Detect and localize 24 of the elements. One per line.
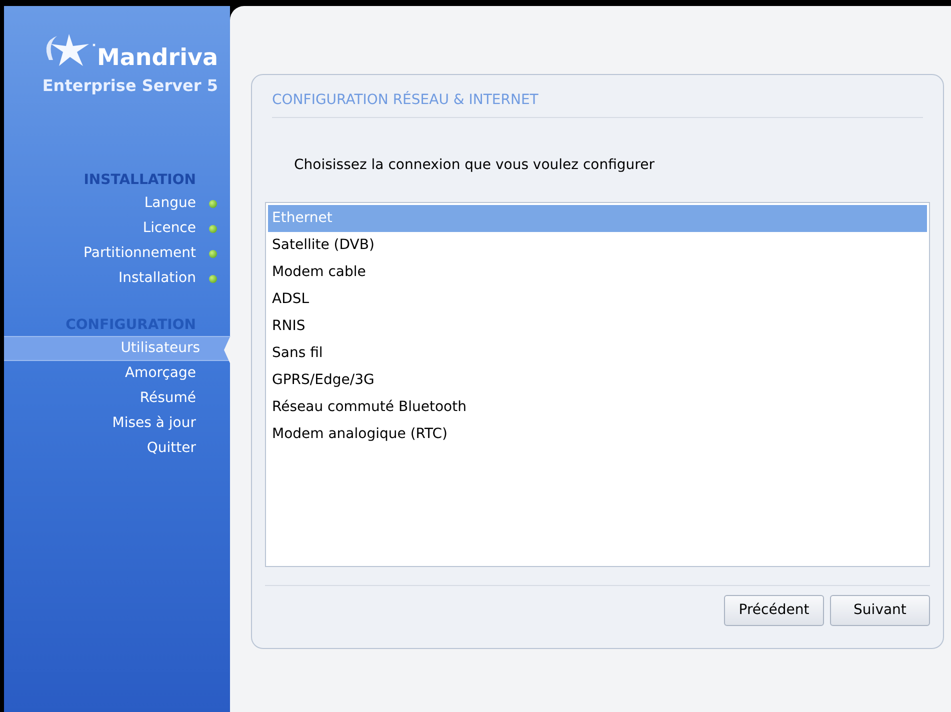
sidebar-item[interactable]: Partitionnement bbox=[4, 241, 230, 266]
list-item[interactable]: ADSL bbox=[268, 286, 927, 313]
list-item[interactable]: RNIS bbox=[268, 313, 927, 340]
sidebar-item[interactable]: Amorçage bbox=[4, 361, 230, 386]
prompt-text: Choisissez la connexion que vous voulez configurer bbox=[294, 157, 654, 173]
sidebar-item[interactable]: Installation bbox=[4, 266, 230, 291]
list-item[interactable]: Satellite (DVB) bbox=[268, 232, 927, 259]
section-heading: INSTALLATION bbox=[82, 171, 197, 190]
sidebar-item[interactable]: Mises à jour bbox=[4, 411, 230, 436]
panel-title: CONFIGURATION RÉSEAU & INTERNET bbox=[272, 92, 538, 108]
sidebar-item[interactable]: Langue bbox=[4, 191, 230, 216]
logo-name: Mandriva bbox=[97, 47, 218, 70]
list-item[interactable]: Modem cable bbox=[268, 259, 927, 286]
product-name: Enterprise Server 5 bbox=[42, 75, 218, 97]
connection-list[interactable]: Ethernet Satellite (DVB) Modem cable ADSL RNIS Sans fil GPRS/Edge/3G Réseau commuté Bluetooth Modem analogique (RTC) bbox=[265, 202, 930, 567]
list-item[interactable]: GPRS/Edge/3G bbox=[268, 367, 927, 394]
list-item[interactable]: Modem analogique (RTC) bbox=[268, 421, 927, 448]
sidebar-item[interactable]: Résumé bbox=[4, 386, 230, 411]
next-button[interactable]: Suivant bbox=[830, 595, 930, 626]
previous-button[interactable]: Précédent bbox=[724, 595, 824, 626]
list-item[interactable]: Sans fil bbox=[268, 340, 927, 367]
sidebar-item[interactable]: Licence bbox=[4, 216, 230, 241]
sidebar-item[interactable]: Quitter bbox=[4, 436, 230, 461]
list-item[interactable]: Réseau commuté Bluetooth bbox=[268, 394, 927, 421]
